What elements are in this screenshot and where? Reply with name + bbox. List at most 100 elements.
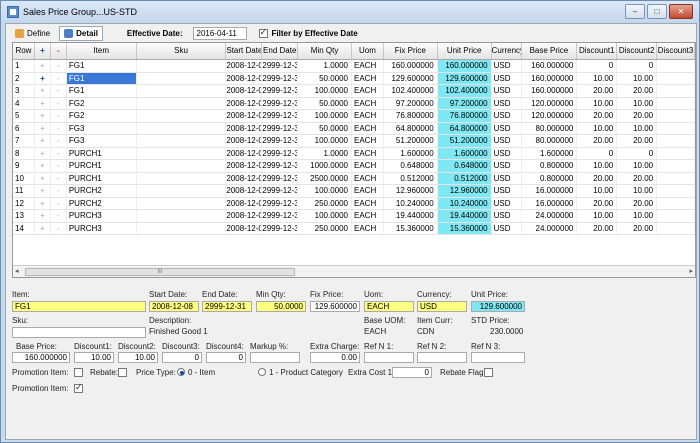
start-date-field[interactable]: 2008-12-08 <box>149 301 199 312</box>
promotion-item-checkbox[interactable] <box>74 368 83 377</box>
horizontal-scrollbar[interactable]: ◂ III ▸ <box>13 265 695 277</box>
remove-row-icon[interactable]: - <box>51 85 67 97</box>
column-header[interactable]: Discount1 <box>577 43 618 59</box>
discount4-field[interactable]: 0 <box>206 352 246 363</box>
add-row-icon[interactable]: + <box>35 197 51 209</box>
remove-row-icon[interactable]: - <box>51 72 67 84</box>
tab-detail[interactable]: Detail <box>59 25 103 41</box>
remove-row-icon[interactable]: - <box>51 172 67 184</box>
table-row[interactable]: 11+-PURCH2 2008-12-082999-12-31100.0000EA… <box>13 185 695 198</box>
column-header[interactable]: - <box>51 43 67 59</box>
remove-row-icon[interactable]: - <box>51 97 67 109</box>
item-field[interactable]: FG1 <box>12 301 146 312</box>
extra-charge-field[interactable]: 0.00 <box>310 352 360 363</box>
remove-row-icon[interactable]: - <box>51 60 67 72</box>
table-row[interactable]: 14+-PURCH3 2008-12-092999-12-31250.0000EA… <box>13 222 695 235</box>
end-date-field[interactable]: 2999-12-31 <box>202 301 252 312</box>
add-row-icon[interactable]: + <box>35 160 51 172</box>
column-header[interactable]: Unit Price <box>438 43 492 59</box>
column-header[interactable]: Currency <box>492 43 522 59</box>
add-row-icon[interactable]: + <box>35 122 51 134</box>
remove-row-icon[interactable]: - <box>51 222 67 234</box>
maximize-button[interactable]: □ <box>647 4 667 19</box>
tab-define[interactable]: Define <box>10 26 55 41</box>
column-header[interactable]: Min Qty <box>298 43 352 59</box>
close-button[interactable]: ✕ <box>669 4 693 19</box>
table-cell: 1.600000 <box>522 147 578 159</box>
remove-row-icon[interactable]: - <box>51 160 67 172</box>
remove-row-icon[interactable]: - <box>51 185 67 197</box>
effective-date-field[interactable]: 2016-04-11 <box>192 26 247 40</box>
column-header[interactable]: End Date <box>262 43 299 59</box>
remove-row-icon[interactable]: - <box>51 135 67 147</box>
scroll-thumb[interactable]: III <box>25 268 295 276</box>
sku-field[interactable] <box>12 327 146 338</box>
discount1-field[interactable]: 10.00 <box>74 352 114 363</box>
uom-field[interactable]: EACH <box>364 301 414 312</box>
column-header[interactable]: Fix Price <box>384 43 438 59</box>
base-price-field[interactable]: 160.000000 <box>12 352 70 363</box>
remove-row-icon[interactable]: - <box>51 197 67 209</box>
base-uom-label: Base UOM: <box>364 316 406 325</box>
add-row-icon[interactable]: + <box>35 72 51 84</box>
add-row-icon[interactable]: + <box>35 222 51 234</box>
table-row[interactable]: 10+-PURCH1 2008-12-082999-12-312500.0000E… <box>13 172 695 185</box>
remove-row-icon[interactable]: - <box>51 147 67 159</box>
discount2-field[interactable]: 10.00 <box>118 352 158 363</box>
markup-field[interactable] <box>250 352 300 363</box>
table-row[interactable]: 6+-FG32008-12-092999-12-3150.0000EACH64.… <box>13 122 695 135</box>
table-cell: EACH <box>352 147 384 159</box>
scroll-right-icon[interactable]: ▸ <box>689 267 693 275</box>
rebate-flag-checkbox[interactable] <box>484 368 493 377</box>
column-header[interactable]: Discount3 <box>657 43 695 59</box>
discount3-field[interactable]: 0 <box>162 352 202 363</box>
add-row-icon[interactable]: + <box>35 147 51 159</box>
scroll-left-icon[interactable]: ◂ <box>15 267 19 275</box>
remove-row-icon[interactable]: - <box>51 122 67 134</box>
add-row-icon[interactable]: + <box>35 97 51 109</box>
table-row[interactable]: 9+-PURCH1 2008-12-082999-12-311000.0000EA… <box>13 160 695 173</box>
column-header[interactable]: Item <box>67 43 137 59</box>
add-row-icon[interactable]: + <box>35 210 51 222</box>
ref1-field[interactable] <box>364 352 414 363</box>
fix-price-field[interactable]: 129.600000 <box>310 301 360 312</box>
add-row-icon[interactable]: + <box>35 85 51 97</box>
table-row[interactable]: 1+-FG12008-12-082999-12-311.0000EACH160.… <box>13 60 695 73</box>
ref2-field[interactable] <box>417 352 467 363</box>
add-row-icon[interactable]: + <box>35 60 51 72</box>
unit-price-field[interactable]: 129.600000 <box>471 301 525 312</box>
add-row-icon[interactable]: + <box>35 172 51 184</box>
column-header[interactable]: Discount2 <box>617 43 658 59</box>
promotion-item-checkbox-2[interactable] <box>74 382 83 393</box>
rebate-checkbox[interactable] <box>118 368 127 377</box>
currency-field[interactable]: USD <box>417 301 467 312</box>
ref3-field[interactable] <box>471 352 525 363</box>
min-qty-field[interactable]: 50.0000 <box>256 301 306 312</box>
table-row[interactable]: 12+-PURCH2 2008-12-082999-12-31250.0000EA… <box>13 197 695 210</box>
price-type-item-radio[interactable] <box>177 368 185 376</box>
table-cell: 2999-12-31 <box>262 135 299 147</box>
column-header[interactable]: Uom <box>352 43 384 59</box>
add-row-icon[interactable]: + <box>35 110 51 122</box>
extra-cost-field[interactable]: 0 <box>392 367 432 378</box>
table-row[interactable]: 3+-FG12008-12-082999-12-31100.0000EACH10… <box>13 85 695 98</box>
table-row[interactable]: 2+-FG12008-12-082999-12-3150.0000EACH129… <box>13 72 695 85</box>
remove-row-icon[interactable]: - <box>51 110 67 122</box>
table-row[interactable]: 5+-FG22008-12-092999-12-31100.0000EACH76… <box>13 110 695 123</box>
add-row-icon[interactable]: + <box>35 135 51 147</box>
table-cell: 9 <box>13 160 35 172</box>
remove-row-icon[interactable]: - <box>51 210 67 222</box>
minimize-button[interactable]: – <box>625 4 645 19</box>
column-header[interactable]: + <box>35 43 51 59</box>
column-header[interactable]: Start Date <box>226 43 263 59</box>
table-row[interactable]: 8+-PURCH12008-12-082999-12-311.0000EACH1… <box>13 147 695 160</box>
price-type-category-radio[interactable] <box>258 368 266 376</box>
table-row[interactable]: 4+-FG22008-12-092999-12-3150.0000EACH97.… <box>13 97 695 110</box>
table-row[interactable]: 7+-FG32008-12-092999-12-31100.0000EACH51… <box>13 135 695 148</box>
table-row[interactable]: 13+-PURCH3 2008-12-092999-12-31100.0000EA… <box>13 210 695 223</box>
column-header[interactable]: Row <box>13 43 35 59</box>
filter-checkbox[interactable] <box>258 27 268 38</box>
column-header[interactable]: Base Price <box>522 43 578 59</box>
add-row-icon[interactable]: + <box>35 185 51 197</box>
column-header[interactable]: Sku <box>137 43 227 59</box>
